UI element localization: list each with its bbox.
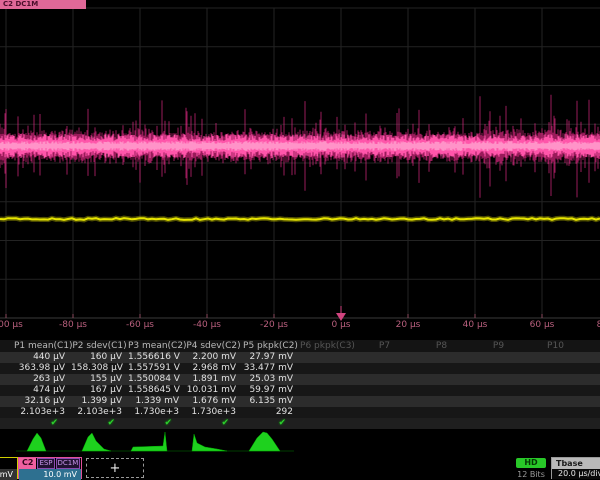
measure-value: 440 µV	[14, 352, 71, 363]
measure-row: 263 µV155 µV1.550084 V1.891 mV25.03 mV	[0, 374, 600, 385]
c2-channel-descriptor[interactable]: C2 ESP DC1M 10.0 mV	[18, 457, 82, 479]
param-header[interactable]: P4 sdev(C2)	[185, 340, 242, 352]
measure-value: 33.477 mV	[242, 363, 299, 374]
measure-value: 32.16 µV	[14, 396, 71, 407]
c2-esp-badge: ESP	[37, 458, 54, 469]
trigger-position-marker	[336, 306, 346, 321]
measure-value: 160 µV	[71, 352, 128, 363]
measure-row: 363.98 µV158.308 µV1.557591 V2.968 mV33.…	[0, 363, 600, 374]
param-header[interactable]: P5 pkpk(C2)	[242, 340, 299, 352]
tbase-label: Tbase	[552, 458, 600, 469]
measure-value: 2.200 mV	[185, 352, 242, 363]
measure-value: 292	[242, 407, 299, 418]
measure-value: 474 µV	[14, 385, 71, 396]
status-check-icon: ✔	[14, 418, 71, 429]
measure-row: 2.103e+32.103e+31.730e+31.730e+3292	[0, 407, 600, 418]
status-check-icon: ✔	[71, 418, 128, 429]
histicon-flat-spike[interactable]	[131, 432, 167, 451]
measure-value: 167 µV	[71, 385, 128, 396]
measure-row: 440 µV160 µV1.556616 V2.200 mV27.97 mV	[0, 352, 600, 363]
axis-tick-label: 40 µs	[463, 320, 488, 330]
measure-row: 474 µV167 µV1.558645 V10.031 mV59.97 mV	[0, 385, 600, 396]
axis-tick-label: -80 µs	[59, 320, 87, 330]
param-header[interactable]: P11	[584, 340, 600, 352]
measure-value: 263 µV	[14, 374, 71, 385]
measure-value: 1.557591 V	[128, 363, 185, 374]
add-trace-button[interactable]: +	[86, 458, 144, 478]
histicon-spike-decay[interactable]	[192, 434, 227, 451]
measure-value: 2.103e+3	[71, 407, 128, 418]
c1-trace	[0, 218, 600, 220]
status-check-icon: ✔	[185, 418, 242, 429]
measure-value: 158.308 µV	[71, 363, 128, 374]
param-header[interactable]: P10	[527, 340, 584, 352]
measure-value: 1.556616 V	[128, 352, 185, 363]
oscilloscope-screen: C2 DC1M -100 µs -80 µs -60 µs -40 µs -20 µs 0…	[0, 0, 600, 480]
param-header[interactable]: P6 pkpk(C3)	[299, 340, 356, 352]
axis-tick-label: -20 µs	[260, 320, 288, 330]
measure-value: 1.730e+3	[185, 407, 242, 418]
measure-table: P1 mean(C1)P2 sdev(C1)P3 mean(C2)P4 sdev…	[0, 340, 600, 429]
param-header[interactable]: P9	[470, 340, 527, 352]
measure-value: 10.031 mV	[185, 385, 242, 396]
measure-value: 2.103e+3	[14, 407, 71, 418]
measure-value: 59.97 mV	[242, 385, 299, 396]
axis-tick-label: 20 µs	[396, 320, 421, 330]
measure-value: 1.339 mV	[128, 396, 185, 407]
measure-value: 6.135 mV	[242, 396, 299, 407]
status-bar: C1 DC1M 50.0 mV C2 ESP DC1M 10.0 mV + HD…	[0, 455, 600, 480]
param-header[interactable]: P8	[413, 340, 470, 352]
histicon-bell-tail[interactable]	[82, 433, 111, 451]
trace-descriptor-badge[interactable]: C2 DC1M	[0, 0, 86, 9]
axis-tick-label: 80 µs	[597, 320, 600, 330]
c2-coupling-badge: DC1M	[56, 458, 81, 469]
c2-trace	[0, 95, 600, 198]
c2-volts-per-div: 10.0 mV	[19, 469, 81, 480]
param-header[interactable]: P2 sdev(C1)	[71, 340, 128, 352]
param-header[interactable]: P7	[356, 340, 413, 352]
status-check-icon: ✔	[242, 418, 299, 429]
axis-tick-label: -60 µs	[126, 320, 154, 330]
c1-channel-descriptor[interactable]: C1 DC1M 50.0 mV	[0, 457, 18, 479]
measure-value: 27.97 mV	[242, 352, 299, 363]
measure-value: 1.730e+3	[128, 407, 185, 418]
c2-label: C2	[19, 458, 36, 469]
measure-value: 1.550084 V	[128, 374, 185, 385]
timebase-descriptor[interactable]: Tbase 20.0 µs/div	[551, 457, 600, 479]
param-header[interactable]: P1 mean(C1)	[14, 340, 71, 352]
measure-value: 25.03 mV	[242, 374, 299, 385]
measure-value: 363.98 µV	[14, 363, 71, 374]
c1-volts-per-div: 50.0 mV	[0, 469, 17, 480]
measure-value: 1.399 µV	[71, 396, 128, 407]
measure-value: 1.891 mV	[185, 374, 242, 385]
axis-tick-label: -40 µs	[193, 320, 221, 330]
measure-value: 155 µV	[71, 374, 128, 385]
parameter-histicons	[0, 429, 600, 455]
axis-tick-label: -100 µs	[0, 320, 23, 330]
tbase-value: 20.0 µs/div	[552, 469, 600, 479]
hd-mode-badge[interactable]: HD	[516, 458, 546, 468]
graticule	[0, 8, 600, 318]
axis-tick-label: 0 µs	[331, 320, 350, 330]
bit-resolution-label: 12 Bits	[514, 470, 548, 479]
measure-value: 1.676 mV	[185, 396, 242, 407]
histicon-bell-wide[interactable]	[249, 432, 280, 451]
measure-value: 2.968 mV	[185, 363, 242, 374]
axis-tick-label: 60 µs	[530, 320, 555, 330]
measure-row: 32.16 µV1.399 µV1.339 mV1.676 mV6.135 mV	[0, 396, 600, 407]
param-header[interactable]: P3 mean(C2)	[128, 340, 185, 352]
status-check-icon: ✔	[128, 418, 185, 429]
histicon-bell[interactable]	[27, 433, 46, 451]
measure-value: 1.558645 V	[128, 385, 185, 396]
